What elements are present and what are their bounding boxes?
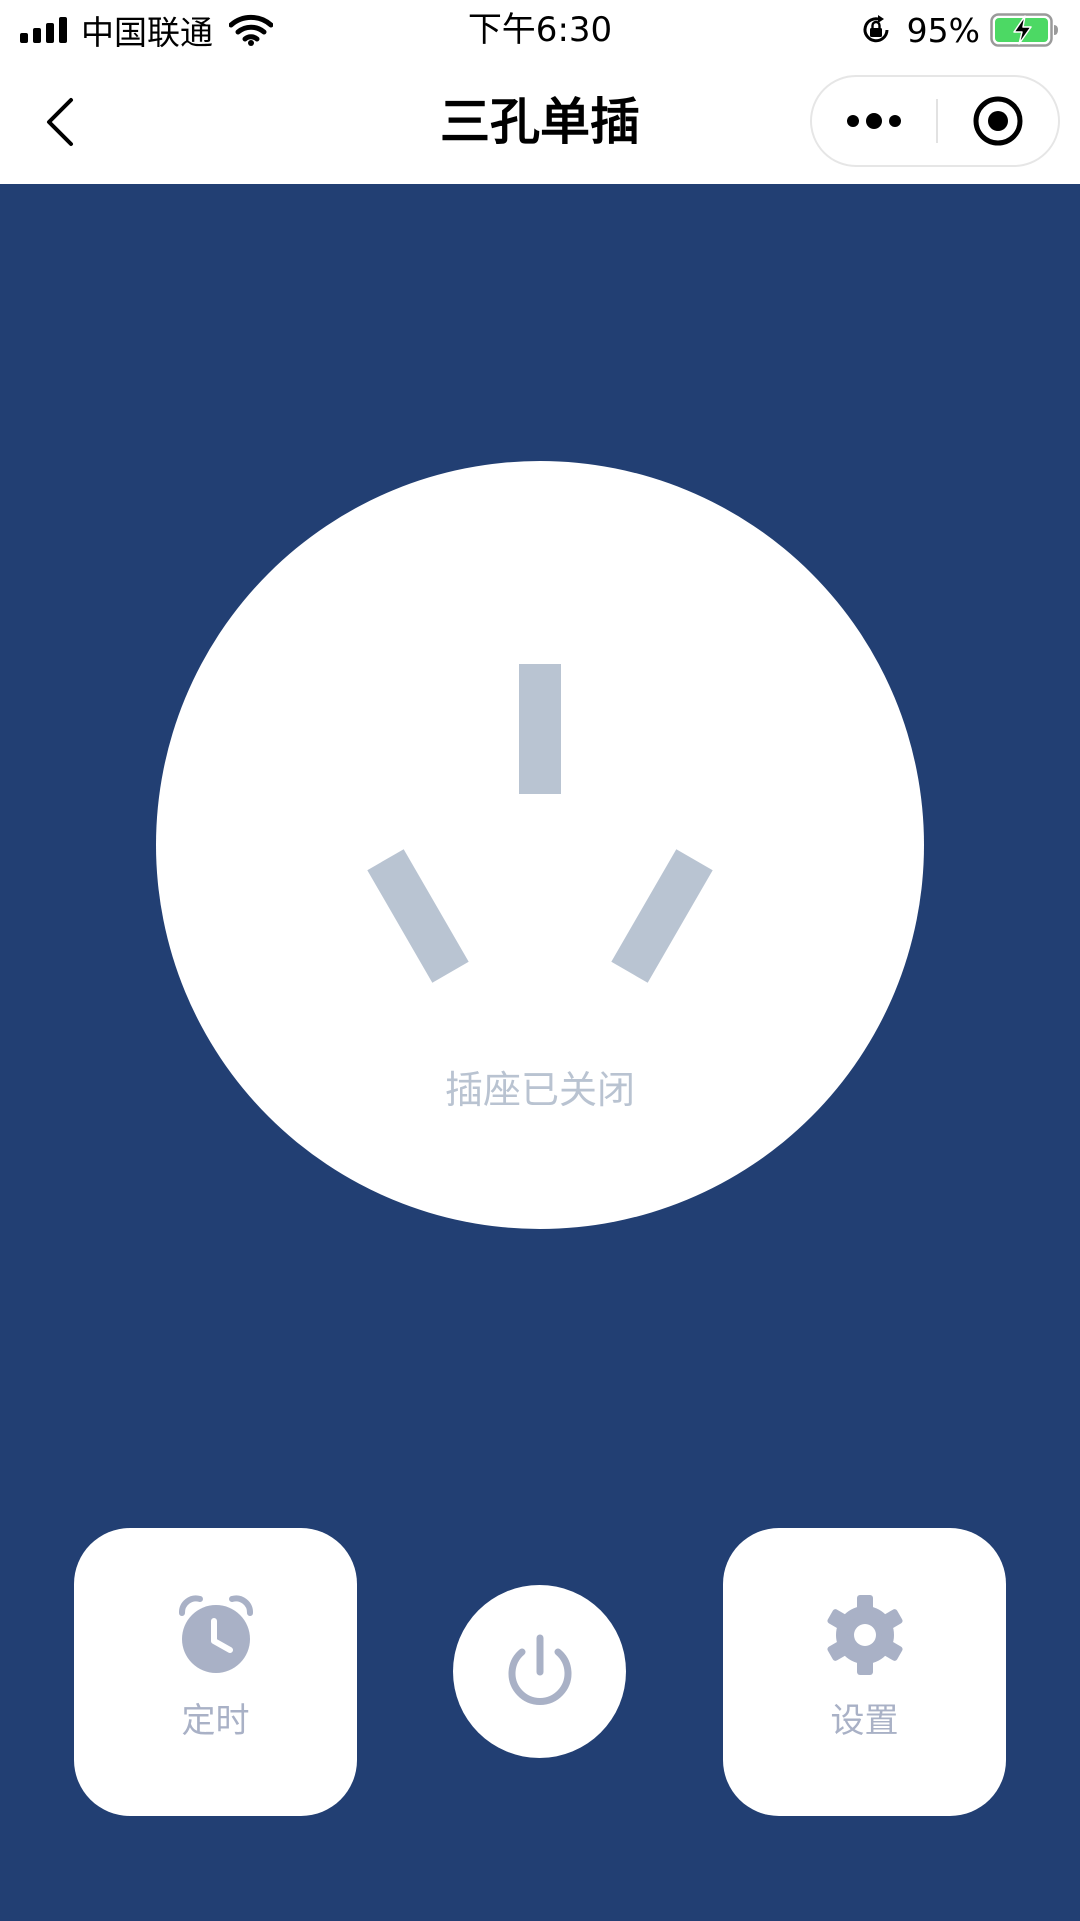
alarm-clock-icon [74,1590,357,1680]
settings-button[interactable]: 设置 [723,1528,1006,1816]
battery-percent: 95% [906,10,980,50]
settings-label: 设置 [830,1701,899,1741]
status-right: 95% [859,8,1060,52]
close-mini-program-button[interactable] [938,77,1058,165]
timer-label: 定时 [181,1701,250,1741]
power-icon [508,1634,571,1705]
more-button[interactable] [812,77,936,165]
socket-status-text: 插座已关闭 [444,1068,635,1112]
timer-button[interactable]: 定时 [74,1528,357,1816]
nav-bar: 三孔单插 [0,60,1080,184]
target-close-icon [973,96,1023,146]
status-bar: 中国联通 下午6:30 95% [0,0,1080,60]
more-dots-icon [847,113,901,129]
mini-program-capsule [810,75,1060,167]
orientation-lock-icon [863,15,889,43]
power-button[interactable] [453,1585,626,1758]
battery-charging-icon [990,13,1058,47]
socket-display[interactable]: 插座已关闭 [156,461,924,1229]
gear-icon [723,1590,1006,1680]
